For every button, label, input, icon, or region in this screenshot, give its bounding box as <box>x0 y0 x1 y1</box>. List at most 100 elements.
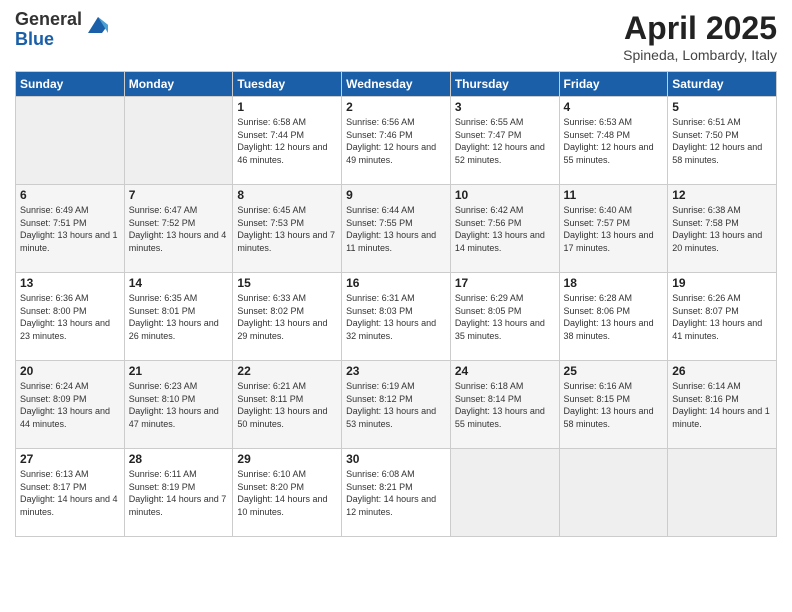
day-number: 14 <box>129 276 229 290</box>
day-info: Sunrise: 6:42 AMSunset: 7:56 PMDaylight:… <box>455 204 555 254</box>
calendar-cell: 17Sunrise: 6:29 AMSunset: 8:05 PMDayligh… <box>450 273 559 361</box>
day-info: Sunrise: 6:21 AMSunset: 8:11 PMDaylight:… <box>237 380 337 430</box>
calendar-cell: 22 Sunrise: 6:21 AMSunset: 8:11 PMDayligh… <box>233 361 342 449</box>
day-info: Sunrise: 6:24 AMSunset: 8:09 PMDaylight:… <box>20 380 120 430</box>
day-number: 28 <box>129 452 229 466</box>
day-number: 7 <box>129 188 229 202</box>
calendar-cell: 9Sunrise: 6:44 AMSunset: 7:55 PMDaylight… <box>342 185 451 273</box>
day-number: 8 <box>237 188 337 202</box>
calendar-week-row: 1Sunrise: 6:58 AMSunset: 7:44 PMDaylight… <box>16 97 777 185</box>
calendar-cell: 10 Sunrise: 6:42 AMSunset: 7:56 PMDayligh… <box>450 185 559 273</box>
day-number: 26 <box>672 364 772 378</box>
calendar-week-row: 20 Sunrise: 6:24 AMSunset: 8:09 PMDayligh… <box>16 361 777 449</box>
day-info: Sunrise: 6:35 AMSunset: 8:01 PMDaylight:… <box>129 292 229 342</box>
day-number: 5 <box>672 100 772 114</box>
calendar-cell: 30 Sunrise: 6:08 AMSunset: 8:21 PMDayligh… <box>342 449 451 537</box>
header: General Blue April 2025 Spineda, Lombard… <box>15 10 777 63</box>
calendar-cell: 21Sunrise: 6:23 AMSunset: 8:10 PMDayligh… <box>124 361 233 449</box>
day-info: Sunrise: 6:40 AMSunset: 7:57 PMDaylight:… <box>564 204 664 254</box>
day-number: 11 <box>564 188 664 202</box>
day-info: Sunrise: 6:16 AMSunset: 8:15 PMDaylight:… <box>564 380 664 430</box>
day-number: 23 <box>346 364 446 378</box>
weekday-header: Wednesday <box>342 72 451 97</box>
calendar-cell: 18Sunrise: 6:28 AMSunset: 8:06 PMDayligh… <box>559 273 668 361</box>
day-info: Sunrise: 6:56 AMSunset: 7:46 PMDaylight:… <box>346 116 446 166</box>
day-info: Sunrise: 6:26 AMSunset: 8:07 PMDaylight:… <box>672 292 772 342</box>
day-info: Sunrise: 6:36 AMSunset: 8:00 PMDaylight:… <box>20 292 120 342</box>
calendar-cell: 24Sunrise: 6:18 AMSunset: 8:14 PMDayligh… <box>450 361 559 449</box>
day-number: 20 <box>20 364 120 378</box>
weekday-header: Monday <box>124 72 233 97</box>
day-number: 9 <box>346 188 446 202</box>
day-number: 12 <box>672 188 772 202</box>
day-number: 6 <box>20 188 120 202</box>
calendar-cell: 7 Sunrise: 6:47 AMSunset: 7:52 PMDaylight… <box>124 185 233 273</box>
day-info: Sunrise: 6:49 AMSunset: 7:51 PMDaylight:… <box>20 204 120 254</box>
calendar-cell <box>559 449 668 537</box>
calendar-cell: 28 Sunrise: 6:11 AMSunset: 8:19 PMDayligh… <box>124 449 233 537</box>
day-info: Sunrise: 6:53 AMSunset: 7:48 PMDaylight:… <box>564 116 664 166</box>
calendar-cell: 15 Sunrise: 6:33 AMSunset: 8:02 PMDayligh… <box>233 273 342 361</box>
weekday-header: Saturday <box>668 72 777 97</box>
calendar-cell: 2 Sunrise: 6:56 AMSunset: 7:46 PMDaylight… <box>342 97 451 185</box>
calendar-week-row: 6 Sunrise: 6:49 AMSunset: 7:51 PMDaylight… <box>16 185 777 273</box>
calendar-cell: 11 Sunrise: 6:40 AMSunset: 7:57 PMDayligh… <box>559 185 668 273</box>
calendar-cell: 5 Sunrise: 6:51 AMSunset: 7:50 PMDaylight… <box>668 97 777 185</box>
logo-blue: Blue <box>15 30 82 50</box>
calendar-cell: 4 Sunrise: 6:53 AMSunset: 7:48 PMDaylight… <box>559 97 668 185</box>
calendar-cell: 1Sunrise: 6:58 AMSunset: 7:44 PMDaylight… <box>233 97 342 185</box>
day-number: 30 <box>346 452 446 466</box>
day-info: Sunrise: 6:31 AMSunset: 8:03 PMDaylight:… <box>346 292 446 342</box>
calendar-table: SundayMondayTuesdayWednesdayThursdayFrid… <box>15 71 777 537</box>
day-info: Sunrise: 6:08 AMSunset: 8:21 PMDaylight:… <box>346 468 446 518</box>
day-info: Sunrise: 6:51 AMSunset: 7:50 PMDaylight:… <box>672 116 772 166</box>
calendar-cell <box>124 97 233 185</box>
day-number: 1 <box>237 100 337 114</box>
weekday-header: Sunday <box>16 72 125 97</box>
day-number: 18 <box>564 276 664 290</box>
calendar-cell: 3 Sunrise: 6:55 AMSunset: 7:47 PMDaylight… <box>450 97 559 185</box>
calendar-cell: 23 Sunrise: 6:19 AMSunset: 8:12 PMDayligh… <box>342 361 451 449</box>
day-number: 2 <box>346 100 446 114</box>
day-number: 25 <box>564 364 664 378</box>
day-number: 27 <box>20 452 120 466</box>
day-number: 16 <box>346 276 446 290</box>
logo-icon <box>84 11 112 39</box>
calendar-cell: 6 Sunrise: 6:49 AMSunset: 7:51 PMDaylight… <box>16 185 125 273</box>
calendar-cell <box>450 449 559 537</box>
calendar-week-row: 27Sunrise: 6:13 AMSunset: 8:17 PMDayligh… <box>16 449 777 537</box>
day-number: 17 <box>455 276 555 290</box>
day-number: 4 <box>564 100 664 114</box>
day-info: Sunrise: 6:19 AMSunset: 8:12 PMDaylight:… <box>346 380 446 430</box>
title-block: April 2025 Spineda, Lombardy, Italy <box>623 10 777 63</box>
calendar-cell <box>16 97 125 185</box>
day-number: 10 <box>455 188 555 202</box>
day-info: Sunrise: 6:18 AMSunset: 8:14 PMDaylight:… <box>455 380 555 430</box>
calendar-cell: 27Sunrise: 6:13 AMSunset: 8:17 PMDayligh… <box>16 449 125 537</box>
day-info: Sunrise: 6:14 AMSunset: 8:16 PMDaylight:… <box>672 380 772 430</box>
calendar-cell: 12 Sunrise: 6:38 AMSunset: 7:58 PMDayligh… <box>668 185 777 273</box>
day-number: 15 <box>237 276 337 290</box>
calendar-cell: 14 Sunrise: 6:35 AMSunset: 8:01 PMDayligh… <box>124 273 233 361</box>
day-number: 3 <box>455 100 555 114</box>
calendar-cell: 20 Sunrise: 6:24 AMSunset: 8:09 PMDayligh… <box>16 361 125 449</box>
weekday-header: Thursday <box>450 72 559 97</box>
day-number: 22 <box>237 364 337 378</box>
day-info: Sunrise: 6:45 AMSunset: 7:53 PMDaylight:… <box>237 204 337 254</box>
day-info: Sunrise: 6:55 AMSunset: 7:47 PMDaylight:… <box>455 116 555 166</box>
day-info: Sunrise: 6:23 AMSunset: 8:10 PMDaylight:… <box>129 380 229 430</box>
logo-general: General <box>15 10 82 30</box>
logo: General Blue <box>15 10 112 50</box>
day-number: 19 <box>672 276 772 290</box>
day-info: Sunrise: 6:11 AMSunset: 8:19 PMDaylight:… <box>129 468 229 518</box>
day-info: Sunrise: 6:38 AMSunset: 7:58 PMDaylight:… <box>672 204 772 254</box>
calendar-cell: 16 Sunrise: 6:31 AMSunset: 8:03 PMDayligh… <box>342 273 451 361</box>
calendar-week-row: 13 Sunrise: 6:36 AMSunset: 8:00 PMDayligh… <box>16 273 777 361</box>
month-title: April 2025 <box>623 10 777 47</box>
day-number: 13 <box>20 276 120 290</box>
day-info: Sunrise: 6:47 AMSunset: 7:52 PMDaylight:… <box>129 204 229 254</box>
calendar-cell: 19 Sunrise: 6:26 AMSunset: 8:07 PMDayligh… <box>668 273 777 361</box>
day-info: Sunrise: 6:33 AMSunset: 8:02 PMDaylight:… <box>237 292 337 342</box>
weekday-header: Friday <box>559 72 668 97</box>
calendar-cell: 13 Sunrise: 6:36 AMSunset: 8:00 PMDayligh… <box>16 273 125 361</box>
